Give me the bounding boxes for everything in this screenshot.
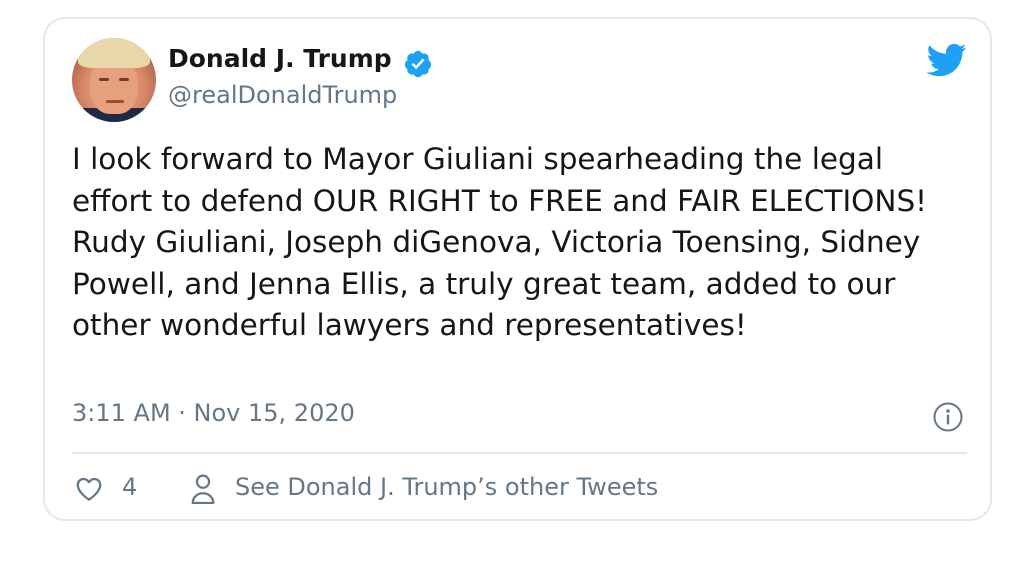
avatar-mouth <box>106 100 124 103</box>
avatar[interactable] <box>72 38 156 122</box>
heart-icon[interactable] <box>74 474 104 504</box>
avatar-hair <box>78 38 150 68</box>
divider <box>72 452 967 454</box>
verified-badge-icon <box>404 50 432 78</box>
avatar-eye <box>119 78 129 81</box>
avatar-eye <box>99 78 109 81</box>
tweet-text: I look forward to Mayor Giuliani spearhe… <box>72 142 927 342</box>
person-icon[interactable] <box>188 472 218 506</box>
tweet-card[interactable]: Donald J. Trump @realDonaldTrump I look … <box>43 17 992 521</box>
author-handle[interactable]: @realDonaldTrump <box>168 81 397 109</box>
like-count[interactable]: 4 <box>122 473 137 501</box>
tweet-timestamp[interactable]: 3:11 AM · Nov 15, 2020 <box>72 399 355 427</box>
info-icon[interactable] <box>932 401 964 433</box>
author-name[interactable]: Donald J. Trump <box>168 44 392 73</box>
see-other-tweets-link[interactable]: See Donald J. Trump’s other Tweets <box>235 473 658 501</box>
twitter-bird-icon[interactable] <box>925 42 967 78</box>
